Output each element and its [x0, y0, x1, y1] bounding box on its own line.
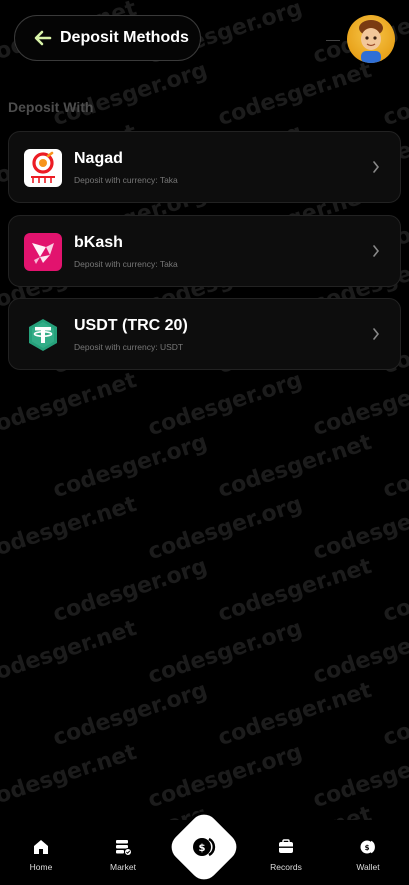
method-name: bKash: [74, 234, 123, 251]
top-bar: Deposit Methods: [0, 0, 409, 78]
watermark-text: codesger.org: [380, 677, 409, 752]
page-title: Deposit Methods: [60, 29, 189, 46]
bkash-logo-icon: [24, 233, 62, 271]
watermark-text: codesger.net: [0, 615, 140, 690]
section-title: Deposit With: [8, 99, 94, 115]
watermark-text: codesger.org: [145, 491, 306, 566]
watermark-text: codesger.org: [145, 367, 306, 442]
avatar[interactable]: [347, 15, 395, 63]
watermark-text: codesger.net: [310, 491, 409, 566]
watermark-text: codesger.net: [215, 553, 375, 628]
nav-market[interactable]: Market: [98, 838, 148, 872]
nav-label-market: Market: [110, 862, 136, 872]
coin-icon: $: [193, 837, 216, 857]
arrow-left-icon: [34, 30, 52, 46]
chevron-right-icon: [373, 328, 380, 340]
watermark-text: codesger.org: [380, 429, 409, 504]
watermark-text: codesger.net: [215, 429, 375, 504]
svg-text:$: $: [199, 843, 206, 854]
profile-avatar-icon: [359, 20, 383, 63]
watermark-text: codesger.net: [215, 677, 375, 752]
home-icon: [34, 840, 48, 854]
method-name: Nagad: [74, 150, 123, 167]
nav-label-records: Records: [270, 862, 302, 872]
deposit-method-usdt[interactable]: USDT (TRC 20) Deposit with currency: USD…: [8, 298, 401, 370]
records-icon: [279, 839, 293, 853]
chevron-right-icon: [373, 245, 380, 257]
watermark-text: codesger.org: [50, 553, 211, 628]
watermark-text: codesger.org: [50, 677, 211, 752]
watermark-text: codesger.net: [0, 491, 140, 566]
watermark-text: codesger.org: [380, 553, 409, 628]
svg-text:$: $: [365, 844, 370, 852]
watermark-text: codesger.org: [145, 739, 306, 814]
deposit-method-nagad[interactable]: Nagad Deposit with currency: Taka: [8, 131, 401, 203]
watermark-text: codesger.org: [145, 615, 306, 690]
nav-home[interactable]: Home: [16, 838, 66, 872]
bottom-navigation: Home Market $ Records $ Wallet: [0, 808, 409, 885]
nagad-logo-icon: [24, 149, 62, 187]
watermark-text: codesger.net: [0, 739, 140, 814]
watermark-text: codesger.net: [310, 615, 409, 690]
nav-label-home: Home: [29, 862, 53, 872]
nav-wallet[interactable]: $ Wallet: [343, 838, 393, 872]
watermark-text: codesger.net: [0, 367, 140, 442]
method-subtitle: Deposit with currency: Taka: [74, 175, 178, 185]
watermark-text: codesger.net: [310, 739, 409, 814]
tether-logo-icon: [24, 316, 62, 354]
nav-records[interactable]: Records: [261, 838, 311, 872]
back-button[interactable]: Deposit Methods: [14, 15, 201, 61]
watermark-text: codesger.net: [310, 367, 409, 442]
market-icon: [116, 840, 132, 856]
method-name: USDT (TRC 20): [74, 317, 188, 334]
method-subtitle: Deposit with currency: Taka: [74, 259, 178, 269]
watermark-text: codesger.org: [50, 429, 211, 504]
method-subtitle: Deposit with currency: USDT: [74, 342, 184, 352]
deposit-method-bkash[interactable]: bKash Deposit with currency: Taka: [8, 215, 401, 287]
chevron-right-icon: [373, 161, 380, 173]
divider: [326, 40, 340, 41]
wallet-icon: $: [360, 840, 375, 854]
nav-label-wallet: Wallet: [356, 862, 380, 872]
